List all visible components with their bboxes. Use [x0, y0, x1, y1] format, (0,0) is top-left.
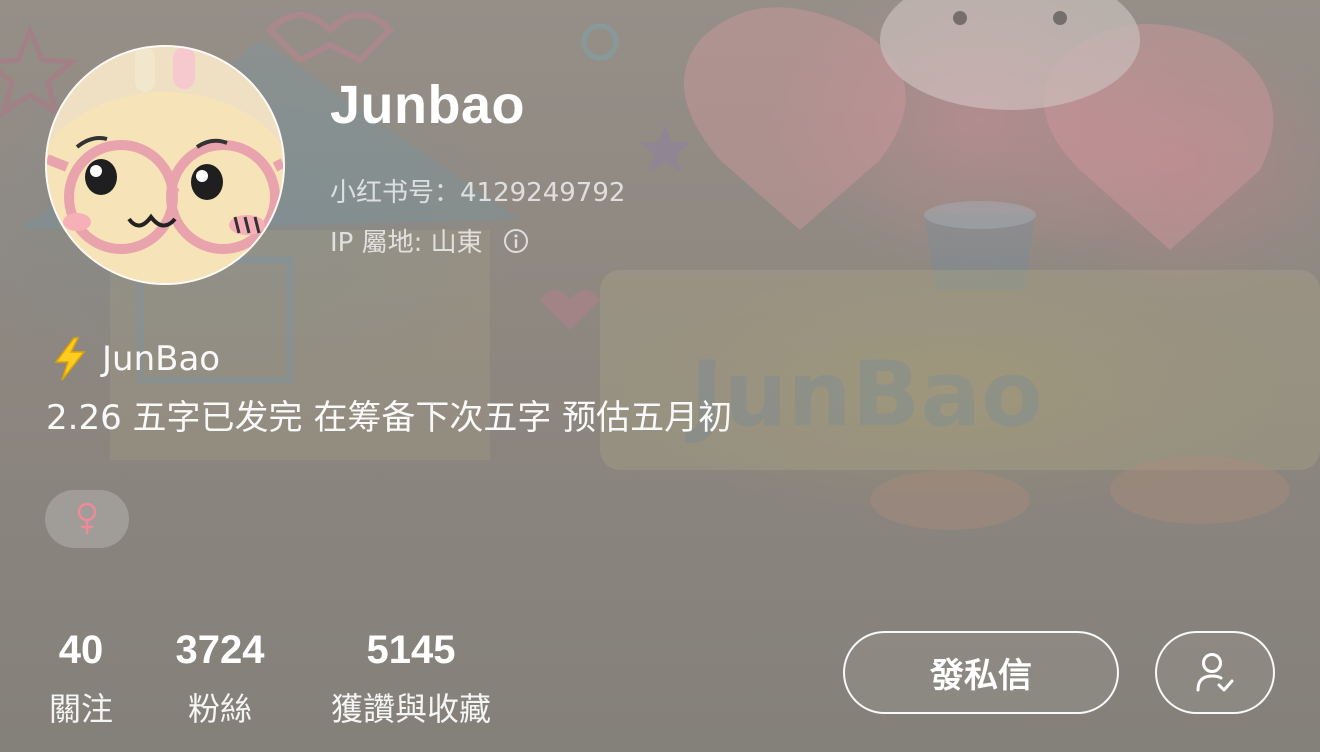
ip-location-text: IP 屬地: 山東 — [330, 228, 483, 258]
avatar-plush-illustration — [47, 47, 283, 283]
avatar[interactable] — [45, 45, 285, 285]
info-circle-icon[interactable] — [503, 228, 529, 254]
username: Junbao — [330, 75, 526, 135]
stat-likes-collections[interactable]: 5145 獲讚與收藏 — [320, 628, 502, 730]
followed-button[interactable] — [1155, 631, 1275, 714]
bio-text: 2.26 五字已发完 在筹备下次五字 预估五月初 — [46, 398, 733, 438]
user-id-text: 小红书号：4129249792 — [330, 178, 626, 208]
bio-title: JunBao — [50, 336, 220, 382]
gender-tag — [45, 490, 129, 548]
lightning-bolt-icon — [54, 337, 86, 381]
send-message-label: 發私信 — [930, 656, 1032, 696]
stat-following-label: 關注 — [48, 690, 113, 728]
svg-text:JunBao: JunBao — [684, 342, 1043, 447]
female-symbol-icon — [77, 502, 97, 534]
user-id: 小红书号：4129249792 — [330, 172, 625, 209]
user-check-icon — [1196, 652, 1234, 691]
stat-likes-value: 5145 — [366, 628, 456, 672]
send-message-button[interactable]: 發私信 — [843, 631, 1119, 714]
bio-title-text: JunBao — [102, 339, 221, 379]
stat-followers-label: 粉絲 — [187, 690, 252, 728]
stat-followers[interactable]: 3724 粉絲 — [168, 628, 272, 730]
stat-following[interactable]: 40 關注 — [46, 628, 116, 730]
ip-location: IP 屬地: 山東 — [330, 222, 529, 259]
stat-following-value: 40 — [58, 628, 104, 672]
stat-followers-value: 3724 — [175, 628, 265, 672]
stat-likes-label: 獲讚與收藏 — [330, 690, 491, 728]
